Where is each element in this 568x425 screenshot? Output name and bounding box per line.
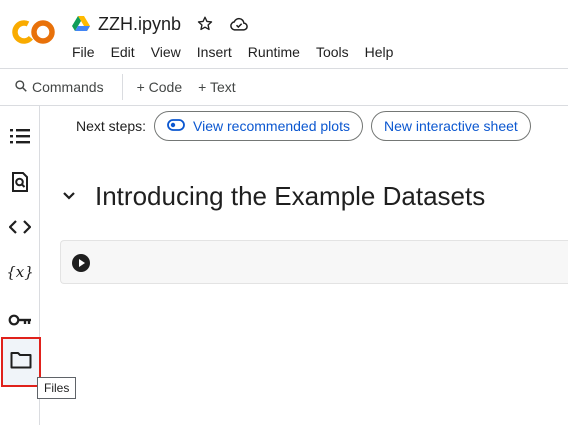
find-icon[interactable] (4, 166, 36, 198)
files-button[interactable] (1, 337, 41, 387)
toolbar-divider (121, 74, 123, 100)
google-drive-icon (72, 16, 90, 32)
run-cell-icon[interactable] (71, 253, 91, 273)
chip-label: View recommended plots (193, 118, 350, 134)
notebook-file-name[interactable]: ZZH.ipynb (98, 14, 181, 35)
menu-bar: File Edit View Insert Runtime Tools Help (64, 40, 401, 64)
colab-logo[interactable] (12, 18, 56, 46)
add-code-button[interactable]: + Code (129, 75, 191, 99)
commands-button[interactable]: Commands (6, 75, 112, 100)
menu-insert[interactable]: Insert (189, 41, 240, 63)
toggle-icon (167, 118, 185, 134)
code-snippets-icon[interactable] (4, 211, 36, 243)
menu-tools[interactable]: Tools (308, 41, 357, 63)
title-row: ZZH.ipynb (72, 12, 249, 36)
colab-window: ZZH.ipynb File Edit View Insert Runtime … (0, 0, 568, 425)
chip-label: New interactive sheet (383, 118, 518, 134)
code-cell[interactable] (60, 240, 568, 284)
star-icon[interactable] (195, 14, 215, 34)
svg-text:{x}: {x} (8, 263, 32, 281)
menu-runtime[interactable]: Runtime (240, 41, 308, 63)
table-of-contents-icon[interactable] (4, 120, 36, 152)
next-steps-bar: Next steps: View recommended plots New i… (76, 110, 531, 142)
menu-edit[interactable]: Edit (103, 41, 143, 63)
menu-view[interactable]: View (143, 41, 189, 63)
menu-help[interactable]: Help (357, 41, 402, 63)
commands-label: Commands (32, 79, 104, 95)
chevron-down-icon[interactable] (59, 186, 79, 206)
cloud-saved-icon[interactable] (229, 14, 249, 34)
side-rail: {x} (0, 106, 41, 425)
add-text-button[interactable]: + Text (190, 75, 244, 99)
header: ZZH.ipynb File Edit View Insert Runtime … (0, 0, 568, 68)
section-header: Introducing the Example Datasets (59, 176, 485, 216)
search-icon (14, 79, 28, 96)
notebook-area: Next steps: View recommended plots New i… (41, 106, 568, 425)
menu-file[interactable]: File (64, 41, 103, 63)
view-recommended-plots-button[interactable]: View recommended plots (154, 111, 363, 141)
toolbar: Commands + Code + Text (0, 68, 568, 106)
next-steps-label: Next steps: (76, 118, 147, 134)
variables-icon[interactable]: {x} (4, 256, 36, 288)
new-interactive-sheet-button[interactable]: New interactive sheet (370, 111, 531, 141)
secrets-key-icon[interactable] (4, 304, 36, 336)
folder-icon (10, 351, 32, 374)
section-title: Introducing the Example Datasets (95, 180, 486, 211)
